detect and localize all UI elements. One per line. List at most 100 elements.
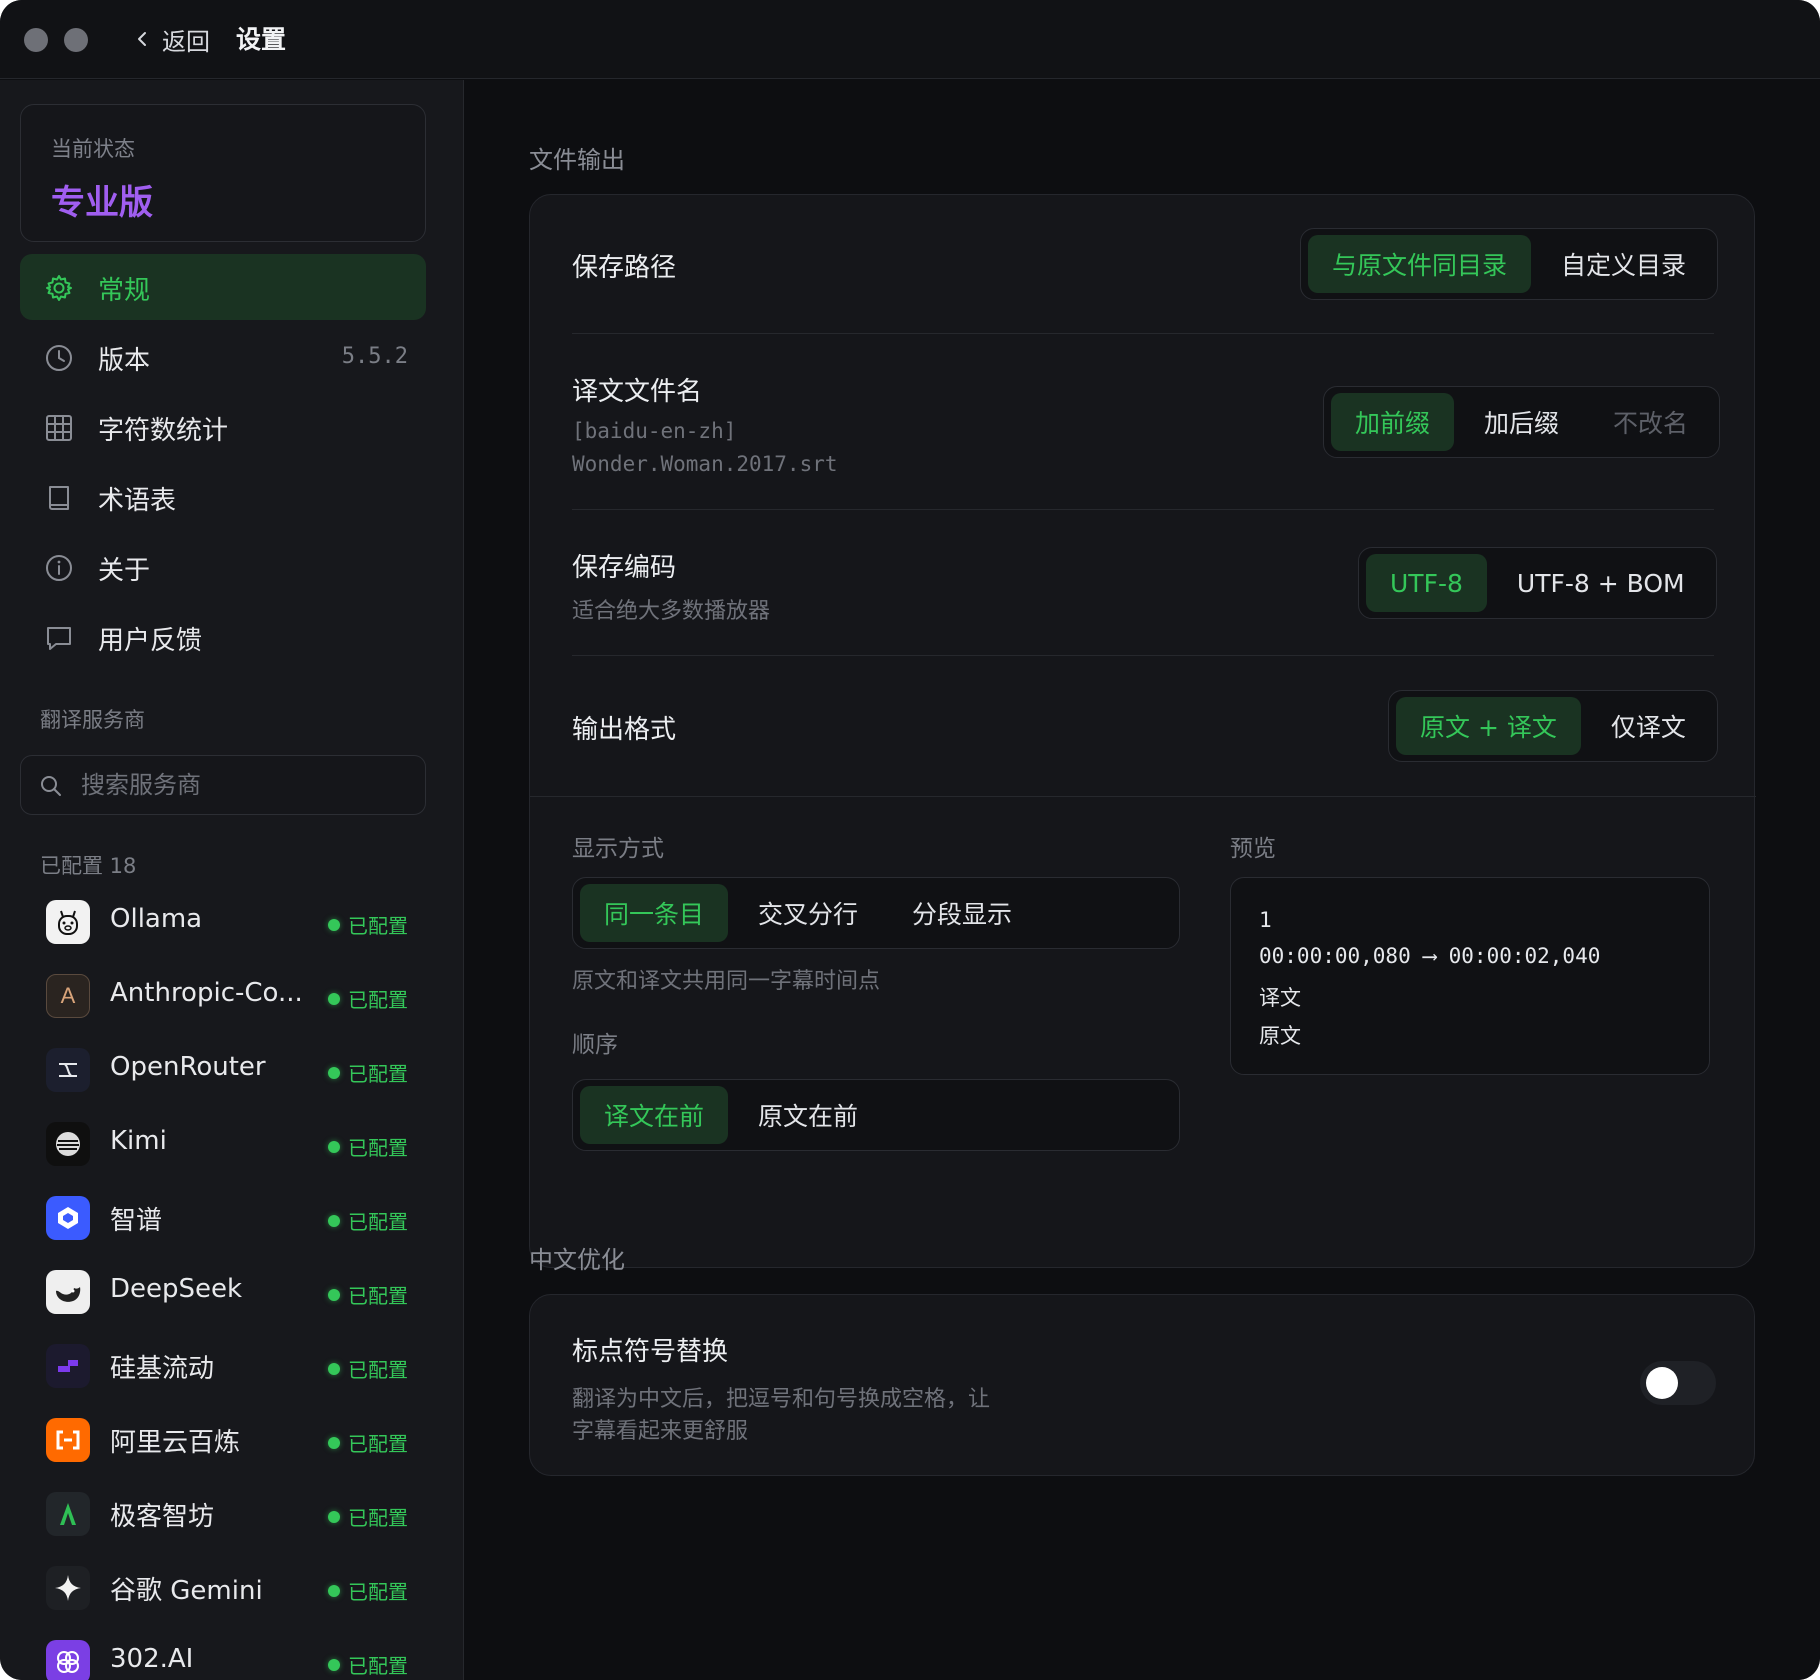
order-label: 顺序 xyxy=(572,1032,618,1058)
status-badge: 已配置 xyxy=(328,910,408,939)
punct-replace-hint-line1: 翻译为中文后，把逗号和句号换成空格，让 xyxy=(572,1387,991,1412)
sidebar-item-glossary[interactable]: 术语表 xyxy=(20,464,426,530)
provider-name: 极客智坊 xyxy=(110,1502,215,1532)
provider-item-302ai[interactable]: 302.AI 已配置 xyxy=(20,1630,426,1680)
status-badge: 已配置 xyxy=(328,1132,408,1161)
provider-name: DeepSeek xyxy=(110,1274,243,1304)
app-window: 返回 设置 当前状态 专业版 常规 版本 5.5.2 字符数统计 术语表 关于 … xyxy=(0,0,1820,1680)
save-path-option-custom-dir[interactable]: 自定义目录 xyxy=(1537,235,1710,293)
filename-example-line1: [baidu-en-zh] xyxy=(572,419,737,443)
toggle-knob xyxy=(1646,1367,1678,1399)
provider-item-geek[interactable]: 极客智坊 已配置 xyxy=(20,1482,426,1546)
encoding-option-utf8[interactable]: UTF-8 xyxy=(1366,554,1487,612)
provider-search[interactable] xyxy=(20,755,426,815)
order-option-original-first[interactable]: 原文在前 xyxy=(734,1086,882,1144)
provider-item-deepseek[interactable]: DeepSeek 已配置 xyxy=(20,1260,426,1324)
gemini-icon xyxy=(46,1566,90,1610)
gear-icon xyxy=(46,275,72,301)
display-mode-hint: 原文和译文共用同一字幕时间点 xyxy=(572,969,881,994)
output-format-label: 输出格式 xyxy=(572,715,677,745)
filename-segmented: 加前缀 加后缀 不改名 xyxy=(1323,386,1721,458)
filename-label: 译文文件名 xyxy=(572,377,703,407)
sidebar-item-label: 版本 xyxy=(98,346,151,376)
row-divider xyxy=(572,509,1714,510)
grid-icon xyxy=(46,415,72,441)
provider-item-gemini[interactable]: 谷歌 Gemini 已配置 xyxy=(20,1556,426,1620)
provider-name: Kimi xyxy=(110,1126,167,1156)
provider-item-ollama[interactable]: Ollama 已配置 xyxy=(20,890,426,954)
status-badge: 已配置 xyxy=(328,1280,408,1309)
encoding-option-utf8-bom[interactable]: UTF-8 + BOM xyxy=(1493,554,1709,612)
provider-name: Anthropic-Co... xyxy=(110,978,303,1008)
status-badge: 已配置 xyxy=(328,1354,408,1383)
display-option-same-entry[interactable]: 同一条目 xyxy=(580,884,729,942)
version-number: 5.5.2 xyxy=(341,344,408,369)
clock-icon xyxy=(46,345,72,371)
plan-status-card: 当前状态 专业版 xyxy=(20,104,426,242)
status-badge: 已配置 xyxy=(328,1058,408,1087)
sidebar-item-general[interactable]: 常规 xyxy=(20,254,426,320)
preview-line-original: 原文 xyxy=(1259,1024,1301,1048)
punct-replace-label: 标点符号替换 xyxy=(572,1337,729,1367)
window-minimize-button[interactable] xyxy=(64,28,88,52)
punct-replace-hint-line2: 字幕看起来更舒服 xyxy=(572,1419,749,1444)
provider-name: 智谱 xyxy=(110,1206,163,1236)
plan-status-value: 专业版 xyxy=(51,183,153,223)
provider-name: 阿里云百炼 xyxy=(110,1428,241,1458)
order-option-translation-first[interactable]: 译文在前 xyxy=(580,1086,729,1144)
sidebar-item-label: 术语表 xyxy=(98,486,177,516)
sidebar-item-about[interactable]: 关于 xyxy=(20,534,426,600)
aliyun-icon xyxy=(46,1418,90,1462)
chat-icon xyxy=(47,627,71,650)
filename-option-no-rename[interactable]: 不改名 xyxy=(1589,393,1712,451)
sidebar-item-label: 字符数统计 xyxy=(98,416,229,446)
punct-replace-toggle[interactable] xyxy=(1640,1361,1716,1405)
sidebar-item-version[interactable]: 版本 5.5.2 xyxy=(20,324,426,390)
display-option-interleaved[interactable]: 交叉分行 xyxy=(734,884,882,942)
window-close-button[interactable] xyxy=(24,28,48,52)
sidebar-item-label: 用户反馈 xyxy=(98,626,203,656)
save-path-label: 保存路径 xyxy=(572,253,677,283)
search-input[interactable] xyxy=(81,766,411,804)
encoding-hint: 适合绝大多数播放器 xyxy=(572,599,771,624)
sidebar-item-char-stats[interactable]: 字符数统计 xyxy=(20,394,426,460)
format-option-bilingual[interactable]: 原文 + 译文 xyxy=(1396,697,1581,755)
provider-item-openrouter[interactable]: OpenRouter 已配置 xyxy=(20,1038,426,1102)
subtitle-preview: 1 00:00:00,080 ⟶ 00:00:02,040 译文 原文 xyxy=(1230,877,1710,1075)
search-icon xyxy=(41,776,61,796)
sidebar-item-label: 关于 xyxy=(98,556,151,586)
preview-timecode: 00:00:00,080 ⟶ 00:00:02,040 xyxy=(1259,944,1601,968)
main-content: 文件输出 保存路径 与原文件同目录 自定义目录 译文文件名 [baidu-en-… xyxy=(465,80,1820,1680)
302ai-icon xyxy=(46,1640,90,1680)
providers-heading: 翻译服务商 xyxy=(40,708,145,732)
provider-name: 302.AI xyxy=(110,1644,194,1674)
sidebar: 当前状态 专业版 常规 版本 5.5.2 字符数统计 术语表 关于 用户反馈 翻… xyxy=(0,80,464,1680)
geek-icon xyxy=(46,1492,90,1536)
display-option-segmented[interactable]: 分段显示 xyxy=(888,884,1036,942)
back-button[interactable]: 返回 xyxy=(132,18,210,60)
ollama-icon xyxy=(46,900,90,944)
provider-item-zhipu[interactable]: 智谱 已配置 xyxy=(20,1186,426,1250)
provider-item-kimi[interactable]: Kimi 已配置 xyxy=(20,1112,426,1176)
section-divider xyxy=(530,796,1756,797)
provider-name: 谷歌 Gemini xyxy=(110,1576,263,1606)
status-badge: 已配置 xyxy=(328,1650,408,1679)
title-bar: 返回 设置 xyxy=(0,0,1820,79)
sidebar-item-feedback[interactable]: 用户反馈 xyxy=(20,604,426,670)
provider-item-aliyun[interactable]: 阿里云百炼 已配置 xyxy=(20,1408,426,1472)
save-path-option-same-dir[interactable]: 与原文件同目录 xyxy=(1308,235,1532,293)
filename-option-prefix[interactable]: 加前缀 xyxy=(1331,393,1455,451)
filename-option-suffix[interactable]: 加后缀 xyxy=(1460,393,1583,451)
provider-item-anthropic[interactable]: A Anthropic-Co... 已配置 xyxy=(20,964,426,1028)
encoding-label: 保存编码 xyxy=(572,553,677,583)
siliconflow-icon xyxy=(46,1344,90,1388)
configured-heading: 已配置 18 xyxy=(40,854,137,878)
sidebar-item-label: 常规 xyxy=(98,276,151,306)
order-segmented: 译文在前 原文在前 xyxy=(572,1079,1180,1151)
output-format-segmented: 原文 + 译文 仅译文 xyxy=(1388,690,1718,762)
filename-example-line2: Wonder.Woman.2017.srt xyxy=(572,452,838,476)
provider-item-siliconflow[interactable]: 硅基流动 已配置 xyxy=(20,1334,426,1398)
info-icon xyxy=(46,555,72,581)
format-option-translation-only[interactable]: 仅译文 xyxy=(1587,697,1710,755)
deepseek-icon xyxy=(46,1270,90,1314)
